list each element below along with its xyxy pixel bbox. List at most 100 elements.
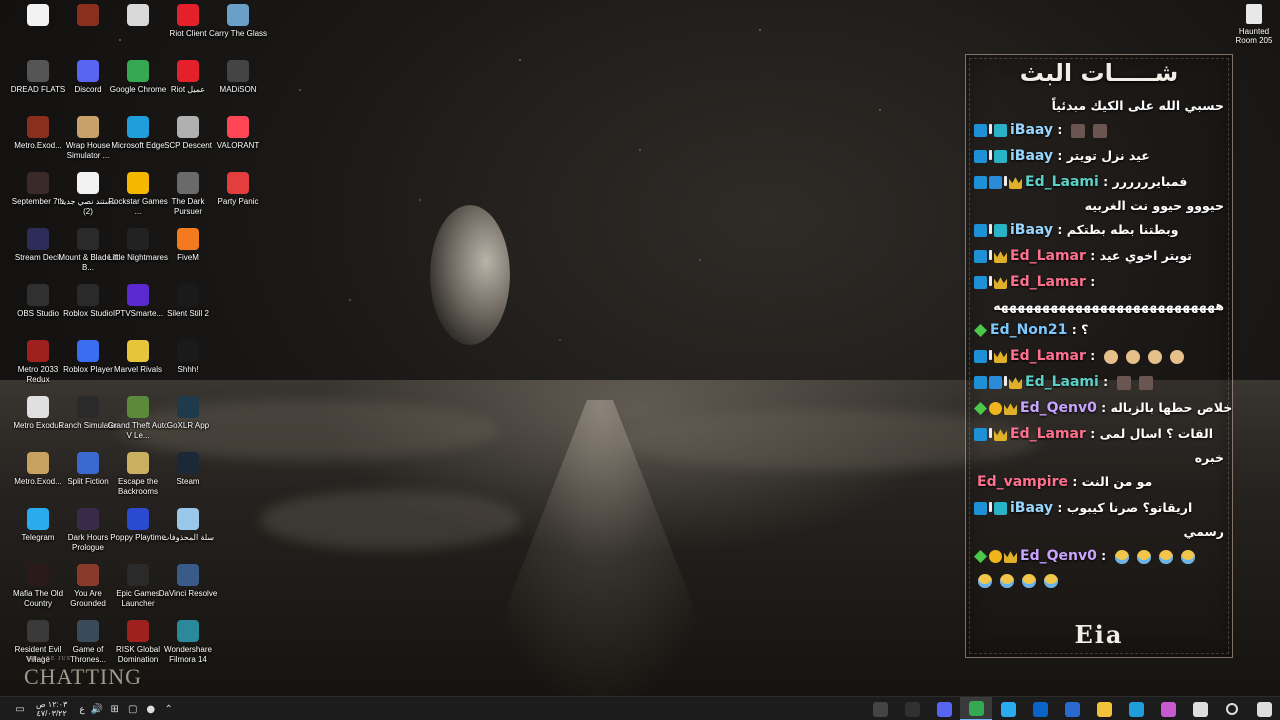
chat-footer-logo: Eia	[1074, 620, 1124, 649]
search-icon[interactable]	[1216, 697, 1248, 720]
chat-separator: :	[1098, 374, 1113, 389]
cyan-badge-icon	[994, 502, 1007, 515]
desktop-icon-label: سلة المحذوفات	[161, 533, 215, 542]
chat-text: مو من النت	[1081, 474, 1153, 489]
outlook-taskbar-icon[interactable]	[1024, 697, 1056, 720]
obs-taskbar-glyph-icon	[904, 701, 920, 717]
capture-app-glyph-icon	[872, 701, 888, 717]
app-icon	[27, 340, 49, 362]
arrow-badge-icon	[974, 350, 987, 363]
capture-app-icon[interactable]	[864, 697, 896, 720]
chat-username: Ed_Non21	[990, 322, 1068, 338]
app-icon	[77, 396, 99, 418]
desktop-icon[interactable]: VALORANT	[210, 114, 266, 170]
arrow-badge-icon	[974, 376, 987, 389]
arrow-badge-icon	[974, 250, 987, 263]
desktop-icon-label: Haunted Room 205	[1235, 27, 1273, 45]
emote-icon	[1147, 349, 1162, 364]
explorer-taskbar-icon[interactable]	[1088, 697, 1120, 720]
notification-icon[interactable]: ▭	[14, 703, 26, 715]
chat-separator: :	[1096, 400, 1111, 415]
chat-badges	[974, 324, 987, 337]
desktop-icon[interactable]: Party Panic	[210, 170, 266, 226]
display-icon[interactable]: ▢	[127, 703, 139, 715]
app-icon	[127, 116, 149, 138]
outlook-taskbar-glyph-icon	[1032, 701, 1048, 717]
chat-username: Ed_Qenv0	[1020, 548, 1097, 564]
desktop-icon[interactable]: Steam	[160, 450, 216, 506]
network-icon[interactable]: ⊞	[109, 703, 121, 715]
arrow-badge-icon	[974, 224, 987, 237]
chat-username: iBaay	[1010, 148, 1054, 164]
microphone-icon[interactable]: ●	[145, 703, 157, 715]
sep-badge-icon	[989, 350, 992, 360]
copilot-taskbar-icon[interactable]	[1152, 697, 1184, 720]
discord-taskbar-icon[interactable]	[928, 697, 960, 720]
chat-badges	[974, 402, 1017, 415]
desktop-icon[interactable]: Carry The Glass	[209, 2, 267, 58]
stream-logo-subtitle: WE ARE JUST	[27, 656, 76, 662]
chat-pinned-message: حسبي الله على الكيك مبدئياً	[1051, 98, 1224, 113]
emote-icon	[1092, 123, 1107, 138]
desktop-icon[interactable]: GoXLR App	[160, 394, 216, 450]
desktop-icon[interactable]: Shhh!	[160, 338, 216, 394]
arrow-badge-icon	[974, 176, 987, 189]
obs-taskbar-icon[interactable]	[896, 697, 928, 720]
crown-badge-icon	[994, 277, 1007, 289]
language-indicator[interactable]: ع	[79, 704, 84, 715]
sep-badge-icon	[989, 250, 992, 260]
chat-messages: حسبي الله على الكيك مبدئياً iBaay : iBaa…	[974, 95, 1232, 591]
store-taskbar-icon[interactable]	[1056, 697, 1088, 720]
chat-username: iBaay	[1010, 222, 1054, 238]
volume-icon[interactable]: 🔊	[90, 703, 102, 715]
arrow-badge-icon	[974, 276, 987, 289]
task-view-icon[interactable]	[1184, 697, 1216, 720]
taskbar-clock[interactable]: ١٢:٠٣ ص ٤٧/٠٣/٢٢	[36, 700, 67, 718]
desktop-icon-haunted-room[interactable]: Haunted Room 205	[1232, 4, 1276, 60]
app-icon	[77, 4, 99, 26]
chat-username: iBaay	[1010, 500, 1054, 516]
app-icon	[177, 172, 199, 194]
desktop-icon[interactable]	[10, 2, 66, 58]
chat-username: Ed_Laami	[1025, 174, 1099, 190]
desktop-icon[interactable]: FiveM	[160, 226, 216, 282]
desktop-icon[interactable]: سلة المحذوفات	[160, 506, 216, 562]
emote-icon	[1022, 573, 1036, 588]
gem-badge-icon	[974, 402, 987, 415]
crown-badge-icon	[1004, 403, 1017, 415]
desktop-icon[interactable]	[60, 2, 116, 58]
app-icon	[27, 452, 49, 474]
app-icon	[77, 340, 99, 362]
app-icon	[77, 620, 99, 642]
chat-text: ؟	[1081, 322, 1089, 337]
sep-badge-icon	[989, 224, 992, 234]
sep-badge-icon	[989, 124, 992, 134]
desktop-icon[interactable]: Silent Still 2	[160, 282, 216, 338]
chat-username: Ed_Qenv0	[1020, 400, 1097, 416]
edge-taskbar-icon[interactable]	[1120, 697, 1152, 720]
chat-message: Ed_Lamar : تويتر اخوي عيد	[974, 243, 1224, 269]
tray-expand-icon[interactable]: ⌃	[163, 703, 175, 715]
desktop-icon-label: FiveM	[177, 253, 199, 262]
app-icon	[177, 564, 199, 586]
desktop-icon-label: MADiSON	[219, 85, 257, 94]
start-icon[interactable]	[1248, 697, 1280, 720]
desktop-icon-label: Party Panic	[217, 197, 259, 206]
chat-username: Ed_Lamar	[1010, 348, 1086, 364]
app-icon	[177, 284, 199, 306]
app-icon	[227, 172, 249, 194]
app-icon	[127, 228, 149, 250]
desktop-icon[interactable]: MADiSON	[210, 58, 266, 114]
desktop-icon-label: VALORANT	[216, 141, 260, 150]
desktop-icon-label: Steam	[176, 477, 200, 486]
app-icon	[127, 4, 149, 26]
chrome-taskbar-icon[interactable]	[960, 697, 992, 720]
chat-message-continuation: هههههههههههههههههههههههههههه	[993, 298, 1224, 313]
chat-title: شـــــات البث	[1019, 59, 1179, 87]
desktop-icon[interactable]: Wondershare Filmora 14	[160, 618, 216, 674]
crown-badge-icon	[1009, 377, 1022, 389]
desktop-icon[interactable]: DaVinci Resolve	[159, 562, 217, 618]
telegram-taskbar-icon[interactable]	[992, 697, 1024, 720]
app-icon	[177, 396, 199, 418]
app-icon	[77, 172, 99, 194]
